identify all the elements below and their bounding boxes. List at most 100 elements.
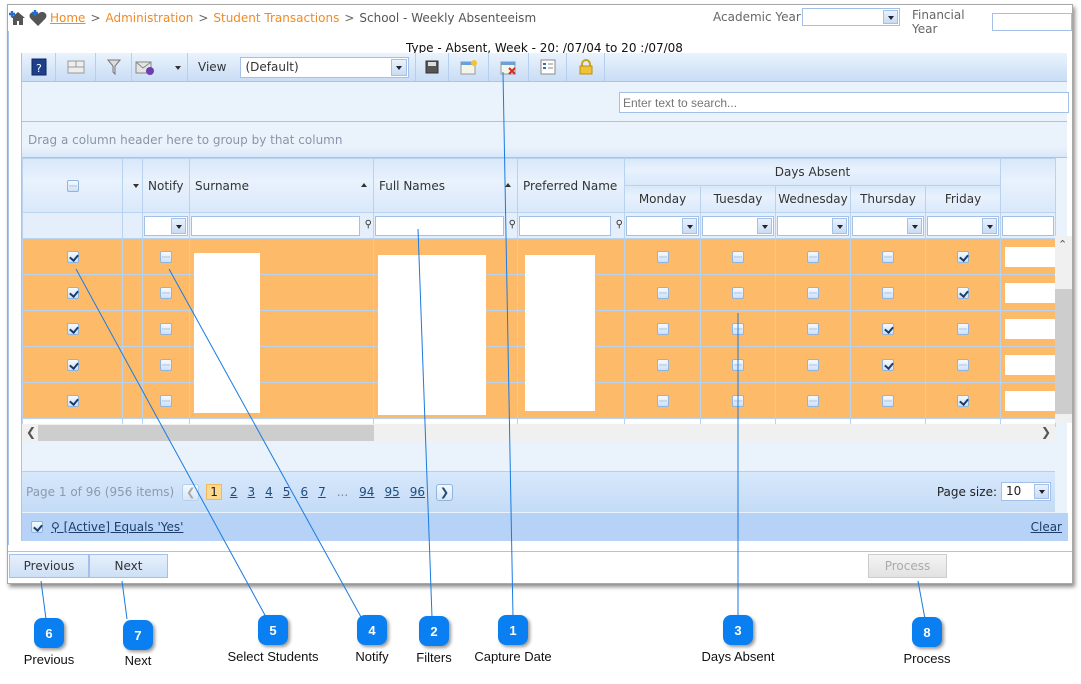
notify-checkbox[interactable] xyxy=(160,251,172,263)
notify-cell[interactable] xyxy=(142,382,190,419)
filter-expression[interactable]: ⚲ [Active] Equals 'Yes' xyxy=(51,520,183,534)
friday-cell[interactable] xyxy=(925,382,1001,419)
page-link-1[interactable]: 1 xyxy=(206,484,222,500)
thursday-absent-checkbox[interactable] xyxy=(882,395,894,407)
tuesday-cell[interactable] xyxy=(700,346,776,383)
tuesday-cell[interactable] xyxy=(700,274,776,311)
column-header-full-names[interactable]: Full Names xyxy=(373,158,518,213)
wednesday-absent-checkbox[interactable] xyxy=(807,359,819,371)
thursday-cell[interactable] xyxy=(850,238,926,275)
friday-filter[interactable] xyxy=(925,212,1001,239)
thursday-absent-checkbox[interactable] xyxy=(882,287,894,299)
notify-checkbox[interactable] xyxy=(160,395,172,407)
select-student-checkbox[interactable] xyxy=(66,395,79,407)
select-cell[interactable] xyxy=(22,238,123,275)
filter-icon[interactable]: ⚲ xyxy=(616,219,623,230)
preferred-name-filter[interactable]: ⚲ xyxy=(517,212,625,239)
group-panel[interactable]: Drag a column header here to group by th… xyxy=(22,123,1067,158)
monday-absent-checkbox[interactable] xyxy=(656,287,669,299)
wednesday-cell[interactable] xyxy=(775,346,851,383)
friday-absent-checkbox[interactable] xyxy=(957,287,969,299)
scroll-up-icon[interactable]: ⌃ xyxy=(1058,238,1067,251)
breadcrumb-student-transactions[interactable]: Student Transactions xyxy=(213,11,339,25)
page-link-7[interactable]: 7 xyxy=(318,485,326,499)
column-header-wednesday[interactable]: Wednesday xyxy=(775,185,851,213)
column-header-notify[interactable]: Notify xyxy=(142,158,190,213)
wednesday-cell[interactable] xyxy=(775,238,851,275)
page-size-dropdown[interactable]: 10 xyxy=(1001,482,1051,501)
tuesday-cell[interactable] xyxy=(700,238,776,275)
thursday-cell[interactable] xyxy=(850,346,926,383)
notify-checkbox[interactable] xyxy=(160,287,172,299)
wednesday-absent-checkbox[interactable] xyxy=(807,323,819,335)
financial-year-dropdown[interactable] xyxy=(992,13,1072,31)
monday-cell[interactable] xyxy=(624,310,701,347)
thursday-cell[interactable] xyxy=(850,382,926,419)
select-student-checkbox[interactable] xyxy=(66,287,79,299)
wednesday-absent-checkbox[interactable] xyxy=(807,287,819,299)
academic-year-dropdown[interactable] xyxy=(801,8,900,26)
friday-cell[interactable] xyxy=(925,274,1001,311)
add-favourite-icon[interactable] xyxy=(28,9,48,27)
monday-cell[interactable] xyxy=(624,382,701,419)
monday-absent-checkbox[interactable] xyxy=(656,323,669,335)
select-student-checkbox[interactable] xyxy=(66,359,79,371)
tuesday-cell[interactable] xyxy=(700,382,776,419)
thursday-cell[interactable] xyxy=(850,274,926,311)
select-all-checkbox[interactable] xyxy=(66,180,79,192)
filter-icon[interactable]: ⚲ xyxy=(509,219,516,230)
monday-absent-checkbox[interactable] xyxy=(656,251,669,263)
column-header-friday[interactable]: Friday xyxy=(925,185,1001,213)
column-header-thursday[interactable]: Thursday xyxy=(850,185,926,213)
page-link-96[interactable]: 96 xyxy=(410,485,425,499)
add-home-icon[interactable] xyxy=(8,9,28,27)
filter-icon[interactable]: ⚲ xyxy=(365,219,372,230)
process-button[interactable]: Process xyxy=(868,554,947,578)
column-header-tuesday[interactable]: Tuesday xyxy=(700,185,776,213)
chevron-down-icon[interactable] xyxy=(175,60,184,74)
chevron-down-icon[interactable] xyxy=(682,217,697,234)
column-chooser-button[interactable] xyxy=(56,53,96,81)
select-student-checkbox[interactable] xyxy=(66,251,79,263)
page-link-95[interactable]: 95 xyxy=(384,485,399,499)
chevron-down-icon[interactable] xyxy=(133,184,139,188)
capture-date-button[interactable] xyxy=(449,53,490,81)
friday-absent-checkbox[interactable] xyxy=(957,251,969,263)
previous-button[interactable]: Previous xyxy=(9,554,89,578)
select-all-header[interactable] xyxy=(22,158,123,213)
scroll-left-icon[interactable]: ❮ xyxy=(26,425,36,439)
page-link-3[interactable]: 3 xyxy=(248,485,256,499)
chevron-down-icon[interactable] xyxy=(171,217,186,234)
tuesday-absent-checkbox[interactable] xyxy=(732,359,744,371)
monday-cell[interactable] xyxy=(624,238,701,275)
wednesday-cell[interactable] xyxy=(775,382,851,419)
notify-menu-header[interactable] xyxy=(122,158,143,213)
filter-enabled-checkbox[interactable] xyxy=(31,521,43,533)
prev-page-button[interactable]: ❮ xyxy=(182,483,200,501)
monday-cell[interactable] xyxy=(624,274,701,311)
friday-absent-checkbox[interactable] xyxy=(957,395,969,407)
notify-filter[interactable] xyxy=(142,212,190,239)
chevron-down-icon[interactable] xyxy=(882,10,898,24)
notify-cell[interactable] xyxy=(142,238,190,275)
chevron-down-icon[interactable] xyxy=(832,217,847,234)
tuesday-filter[interactable] xyxy=(700,212,776,239)
notify-cell[interactable] xyxy=(142,274,190,311)
thursday-filter[interactable] xyxy=(850,212,926,239)
chevron-down-icon[interactable] xyxy=(757,217,772,234)
chevron-down-icon[interactable] xyxy=(907,217,922,234)
lock-button[interactable] xyxy=(567,53,606,81)
email-button[interactable] xyxy=(132,53,188,81)
horizontal-scroll-thumb[interactable] xyxy=(38,425,374,441)
wednesday-absent-checkbox[interactable] xyxy=(807,395,819,407)
wednesday-cell[interactable] xyxy=(775,274,851,311)
delete-view-button[interactable] xyxy=(489,53,530,81)
wednesday-absent-checkbox[interactable] xyxy=(807,251,819,263)
tuesday-cell[interactable] xyxy=(700,310,776,347)
column-header-surname[interactable]: Surname xyxy=(189,158,374,213)
monday-cell[interactable] xyxy=(624,346,701,383)
page-link-94[interactable]: 94 xyxy=(359,485,374,499)
friday-cell[interactable] xyxy=(925,310,1001,347)
notify-cell[interactable] xyxy=(142,346,190,383)
thursday-absent-checkbox[interactable] xyxy=(882,323,894,335)
